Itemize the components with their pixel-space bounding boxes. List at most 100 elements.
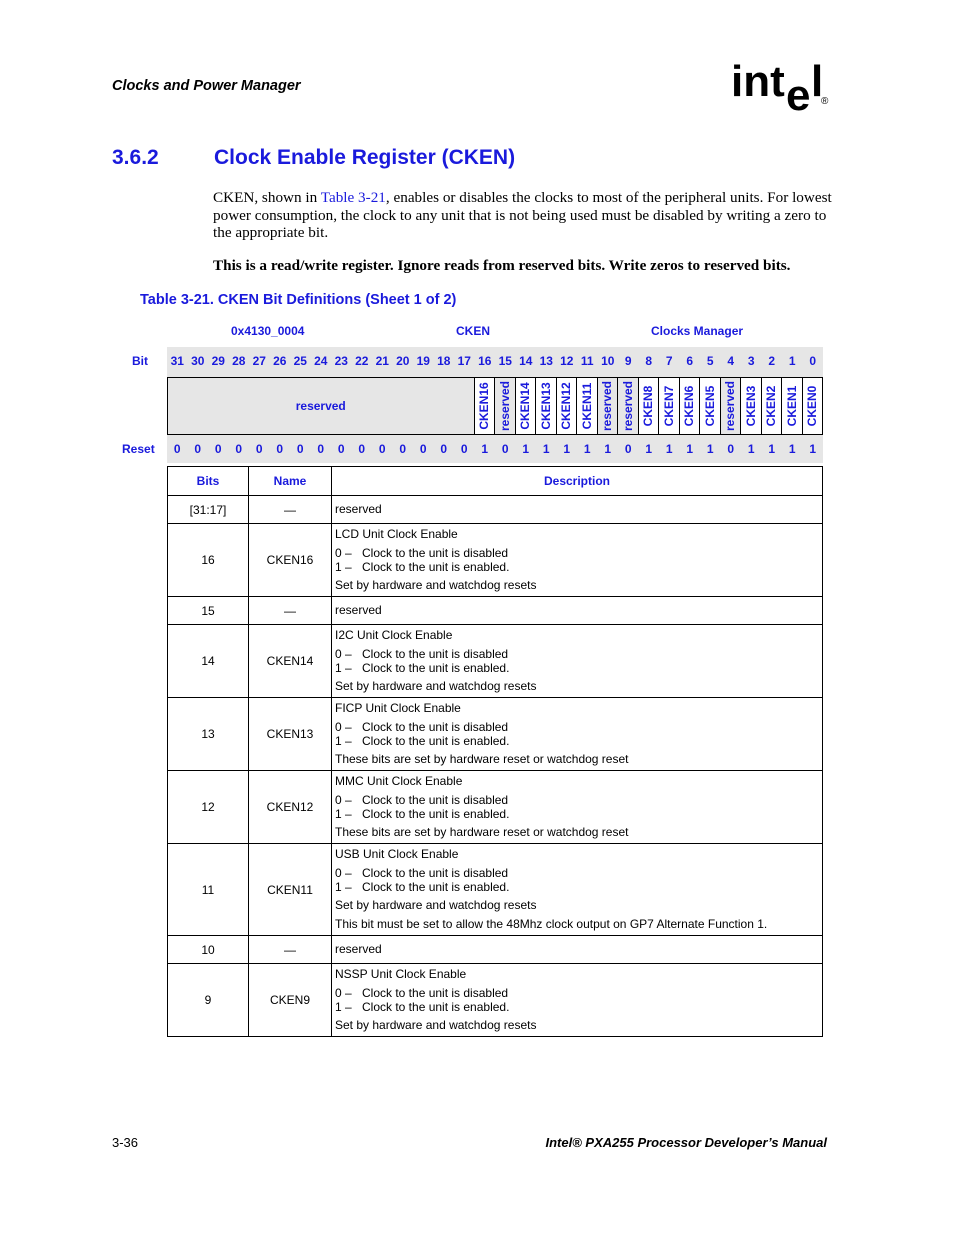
option-key: 0 – bbox=[335, 986, 352, 1000]
option-key: 0 – bbox=[335, 647, 352, 661]
register-field-cken5: CKEN5 bbox=[699, 377, 721, 435]
table-row: 13 CKEN13 FICP Unit Clock Enable 0 – Clock t… bbox=[167, 697, 823, 771]
bit-number: 8 bbox=[645, 354, 653, 368]
cell-name: CKEN9 bbox=[248, 963, 332, 1037]
bit-number: 22 bbox=[355, 354, 369, 368]
section-title: Clock Enable Register (CKEN) bbox=[214, 146, 516, 169]
bit-number: 29 bbox=[211, 354, 225, 368]
option-text: Clock to the unit is enabled. bbox=[362, 734, 510, 748]
cell-bits: 15 bbox=[167, 596, 249, 625]
intro-paragraph: CKEN, shown in Table 3-21, enables or di… bbox=[213, 189, 833, 242]
reset-value: 0 bbox=[378, 442, 386, 456]
reset-value: 1 bbox=[522, 442, 530, 456]
field-label: CKEN0 bbox=[805, 385, 820, 427]
reset-value: 0 bbox=[235, 442, 243, 456]
table-row: 16 CKEN16 LCD Unit Clock Enable 0 – Clock to… bbox=[167, 523, 823, 597]
table-row: 9 CKEN9 NSSP Unit Clock Enable 0 – Clock to … bbox=[167, 963, 823, 1037]
register-unit: Clocks Manager bbox=[651, 324, 744, 338]
reset-value: 1 bbox=[768, 442, 776, 456]
register-field-cken1: CKEN1 bbox=[781, 377, 803, 435]
cell-name: — bbox=[248, 935, 332, 964]
description-option: 1 – Clock to the unit is enabled. bbox=[335, 734, 819, 748]
cell-name: — bbox=[248, 596, 332, 625]
bit-number: 10 bbox=[601, 354, 615, 368]
bit-number: 17 bbox=[457, 354, 471, 368]
table-row: 14 CKEN14 I2C Unit Clock Enable 0 – Clock to… bbox=[167, 624, 823, 698]
reset-value: 1 bbox=[604, 442, 612, 456]
cell-description: reserved bbox=[331, 596, 823, 625]
option-text: Clock to the unit is disabled bbox=[362, 546, 509, 560]
table-reference-link[interactable]: Table 3-21 bbox=[321, 189, 386, 206]
intel-logo: int e l ® bbox=[731, 58, 831, 118]
option-text: Clock to the unit is enabled. bbox=[362, 661, 510, 675]
cell-bits: 10 bbox=[167, 935, 249, 964]
description-option: 0 – Clock to the unit is disabled bbox=[335, 986, 819, 1000]
option-key: 0 – bbox=[335, 866, 352, 880]
bit-number: 15 bbox=[498, 354, 512, 368]
field-label: CKEN5 bbox=[702, 385, 717, 427]
bit-number: 21 bbox=[375, 354, 389, 368]
reset-value: 1 bbox=[645, 442, 653, 456]
register-field-cken3: CKEN3 bbox=[740, 377, 762, 435]
bit-number: 16 bbox=[478, 354, 492, 368]
option-text: Clock to the unit is disabled bbox=[362, 647, 509, 661]
description-option: 0 – Clock to the unit is disabled bbox=[335, 546, 819, 560]
bit-number: 12 bbox=[560, 354, 574, 368]
cell-description: USB Unit Clock Enable 0 – Clock to the uni… bbox=[331, 843, 823, 936]
bit-number: 20 bbox=[396, 354, 410, 368]
reset-value: 0 bbox=[727, 442, 735, 456]
description-title: reserved bbox=[335, 502, 382, 516]
register-field-cken12: CKEN12 bbox=[555, 377, 577, 435]
description-note: Set by hardware and watchdog resets bbox=[335, 898, 537, 912]
description-option: 1 – Clock to the unit is enabled. bbox=[335, 661, 819, 675]
reset-value: 0 bbox=[214, 442, 222, 456]
reset-value: 0 bbox=[276, 442, 284, 456]
logo-text-int: int bbox=[731, 58, 785, 106]
access-note: This is a read/write register. Ignore re… bbox=[213, 257, 791, 274]
cell-description: reserved bbox=[331, 935, 823, 964]
reset-value: 0 bbox=[399, 442, 407, 456]
description-title: reserved bbox=[335, 942, 382, 956]
field-label: CKEN12 bbox=[559, 382, 574, 430]
register-name: CKEN bbox=[456, 324, 491, 338]
cell-description: FICP Unit Clock Enable 0 – Clock to the un… bbox=[331, 697, 823, 771]
cell-name: CKEN14 bbox=[248, 624, 332, 698]
field-label: CKEN1 bbox=[784, 385, 799, 427]
cell-bits: 14 bbox=[167, 624, 249, 698]
bit-number: 0 bbox=[809, 354, 817, 368]
bit-number: 25 bbox=[293, 354, 307, 368]
reset-value: 0 bbox=[419, 442, 427, 456]
registered-mark: ® bbox=[821, 96, 829, 107]
bit-number: 7 bbox=[665, 354, 673, 368]
reset-value: 1 bbox=[583, 442, 591, 456]
manual-title: Intel® PXA255 Processor Developer’s Manu… bbox=[545, 1135, 828, 1150]
option-text: Clock to the unit is enabled. bbox=[362, 560, 510, 574]
register-field-reserved-bit9: reserved bbox=[617, 377, 639, 435]
bit-definitions-table: Bits Name Description [31:17] — reserved 16… bbox=[167, 466, 823, 1037]
register-address: 0x4130_0004 bbox=[231, 324, 305, 338]
field-label: CKEN14 bbox=[518, 382, 533, 430]
register-field-cken13: CKEN13 bbox=[535, 377, 557, 435]
description-note: Set by hardware and watchdog resets bbox=[335, 578, 537, 592]
reset-row-label: Reset bbox=[122, 442, 155, 456]
table-header-row: Bits Name Description bbox=[167, 466, 823, 496]
bit-number: 13 bbox=[539, 354, 553, 368]
reset-value: 0 bbox=[173, 442, 181, 456]
option-key: 1 – bbox=[335, 734, 352, 748]
description-option: 1 – Clock to the unit is enabled. bbox=[335, 1000, 819, 1014]
field-label: reserved bbox=[497, 380, 512, 432]
register-field-reserved-bit10: reserved bbox=[596, 377, 618, 435]
reset-value: 0 bbox=[194, 442, 202, 456]
description-note: This bit must be set to allow the 48Mhz … bbox=[335, 917, 768, 931]
bit-number: 18 bbox=[437, 354, 451, 368]
description-title: FICP Unit Clock Enable bbox=[335, 701, 461, 715]
reset-value: 1 bbox=[665, 442, 673, 456]
table-row: 10— reserved bbox=[167, 935, 823, 964]
reset-value: 1 bbox=[686, 442, 694, 456]
field-label: reserved bbox=[600, 380, 615, 432]
description-option: 1 – Clock to the unit is enabled. bbox=[335, 807, 819, 821]
description-option: 1 – Clock to the unit is enabled. bbox=[335, 560, 819, 574]
description-note: These bits are set by hardware reset or … bbox=[335, 825, 629, 839]
reset-value: 0 bbox=[440, 442, 448, 456]
option-text: Clock to the unit is enabled. bbox=[362, 880, 510, 894]
